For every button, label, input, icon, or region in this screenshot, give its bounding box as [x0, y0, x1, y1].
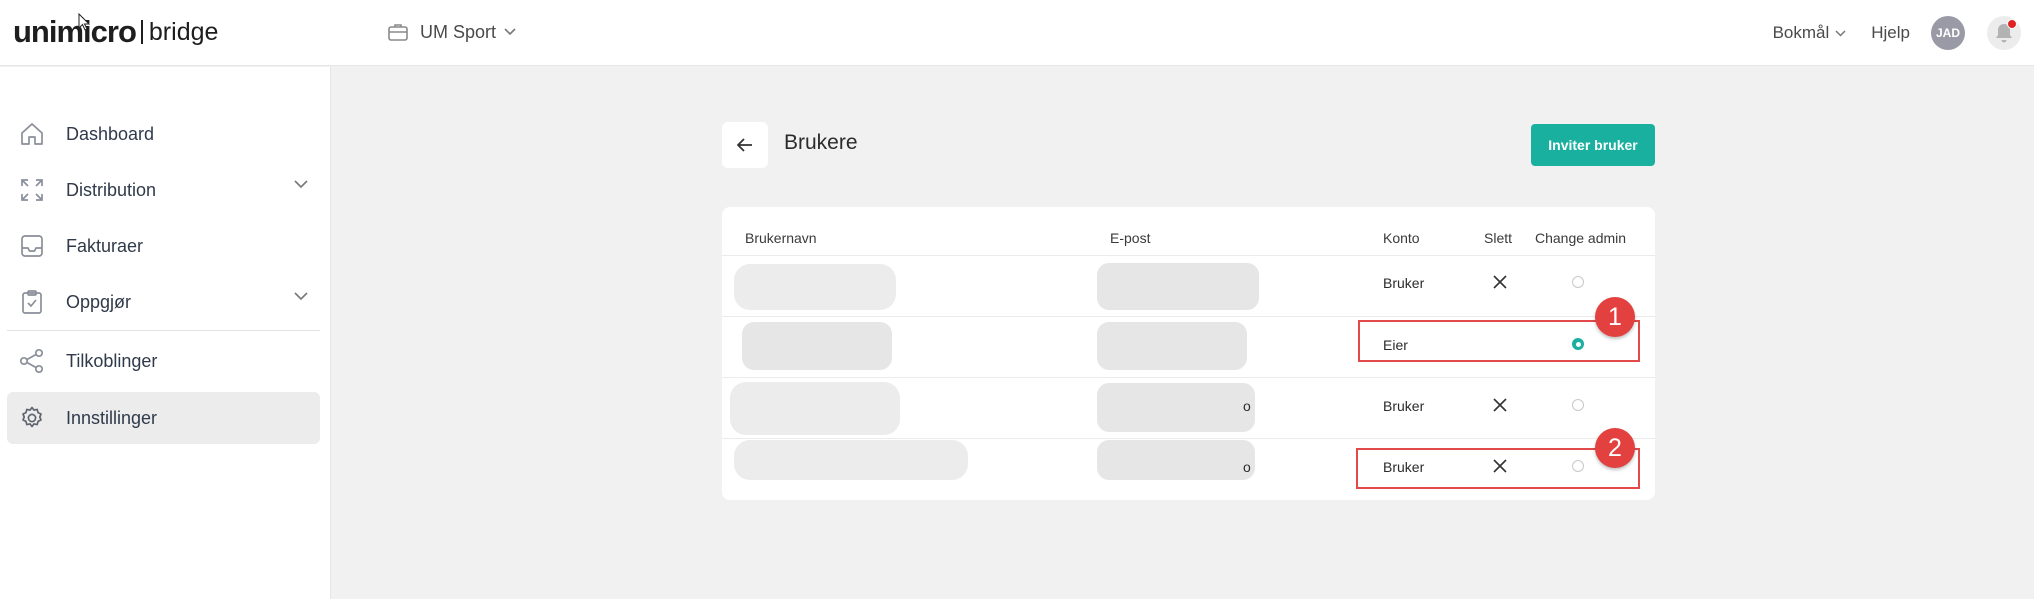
close-icon[interactable] — [1492, 397, 1508, 413]
help-link[interactable]: Hjelp — [1871, 23, 1910, 43]
briefcase-icon — [388, 24, 408, 41]
inbox-icon — [17, 231, 47, 261]
sidebar: Dashboard Distribution Fakturaer Oppgjør… — [0, 67, 331, 599]
row-divider — [722, 316, 1655, 317]
annotation-marker-1: 1 — [1595, 297, 1635, 337]
logo-main-text: unimicro — [13, 14, 137, 49]
gear-icon — [17, 403, 47, 433]
redacted-username — [734, 264, 896, 310]
chevron-down-icon — [1835, 29, 1846, 37]
redacted-username — [730, 382, 900, 435]
sidebar-item-label: Fakturaer — [66, 235, 144, 256]
language-label: Bokmål — [1772, 23, 1830, 42]
row-divider — [722, 438, 1655, 439]
annotation-marker-2: 2 — [1595, 428, 1635, 468]
language-selector[interactable]: Bokmål — [1773, 23, 1847, 43]
arrow-left-icon — [737, 138, 752, 152]
sidebar-item-distribution[interactable]: Distribution — [7, 164, 320, 216]
chevron-down-icon — [504, 28, 516, 36]
column-header-account: Konto — [1383, 230, 1420, 246]
company-name: UM Sport — [420, 21, 497, 42]
logo[interactable]: unimicro bridge — [13, 14, 218, 50]
redacted-email — [1097, 322, 1247, 370]
row-divider — [722, 255, 1655, 256]
invite-user-button[interactable]: Inviter bruker — [1531, 124, 1655, 166]
sidebar-item-label: Innstillinger — [66, 407, 158, 428]
account-type: Bruker — [1383, 398, 1425, 414]
chevron-down-icon — [294, 292, 308, 301]
sidebar-divider — [7, 330, 320, 331]
header-actions: Bokmål Hjelp JAD — [1773, 0, 2034, 66]
close-icon[interactable] — [1492, 274, 1508, 290]
sidebar-item-label: Dashboard — [66, 123, 155, 144]
notification-dot — [2007, 19, 2017, 29]
company-selector[interactable]: UM Sport — [388, 19, 516, 45]
column-header-change-admin: Change admin — [1535, 230, 1627, 246]
redacted-email — [1097, 263, 1259, 310]
column-header-email: E-post — [1110, 230, 1151, 246]
page-title: Brukere — [784, 131, 858, 154]
sidebar-item-tilkoblinger[interactable]: Tilkoblinger — [7, 335, 320, 387]
notifications-button[interactable] — [1987, 16, 2021, 50]
sidebar-item-oppgjor[interactable]: Oppgjør — [7, 276, 320, 328]
chevron-down-icon — [294, 180, 308, 189]
redacted-username — [734, 440, 968, 480]
row-divider — [722, 377, 1655, 378]
account-type: Bruker — [1383, 275, 1425, 291]
email-suffix: o — [1243, 459, 1251, 475]
column-header-delete: Slett — [1484, 230, 1513, 246]
redacted-email — [1097, 440, 1255, 480]
redacted-username — [742, 322, 892, 370]
sidebar-item-dashboard[interactable]: Dashboard — [7, 108, 320, 160]
logo-separator — [140, 20, 143, 44]
column-header-username: Brukernavn — [745, 230, 817, 246]
sidebar-item-fakturaer[interactable]: Fakturaer — [7, 220, 320, 272]
sidebar-item-innstillinger[interactable]: Innstillinger — [7, 392, 320, 444]
sidebar-item-label: Distribution — [66, 179, 157, 200]
email-suffix: o — [1243, 398, 1251, 414]
expand-icon — [17, 175, 47, 205]
home-icon — [17, 119, 47, 149]
change-admin-radio[interactable] — [1572, 399, 1584, 411]
sidebar-item-label: Oppgjør — [66, 291, 132, 312]
share-icon — [17, 346, 47, 376]
logo-sub-text: bridge — [148, 17, 219, 46]
clipboard-check-icon — [17, 287, 47, 317]
back-button[interactable] — [722, 122, 768, 168]
avatar[interactable]: JAD — [1931, 16, 1965, 50]
mouse-cursor-icon — [78, 13, 90, 31]
change-admin-radio[interactable] — [1572, 276, 1584, 288]
top-bar: unimicro bridge UM Sport Bokmål Hjelp JA… — [0, 0, 2034, 66]
redacted-email — [1097, 383, 1255, 432]
sidebar-item-label: Tilkoblinger — [66, 350, 158, 371]
